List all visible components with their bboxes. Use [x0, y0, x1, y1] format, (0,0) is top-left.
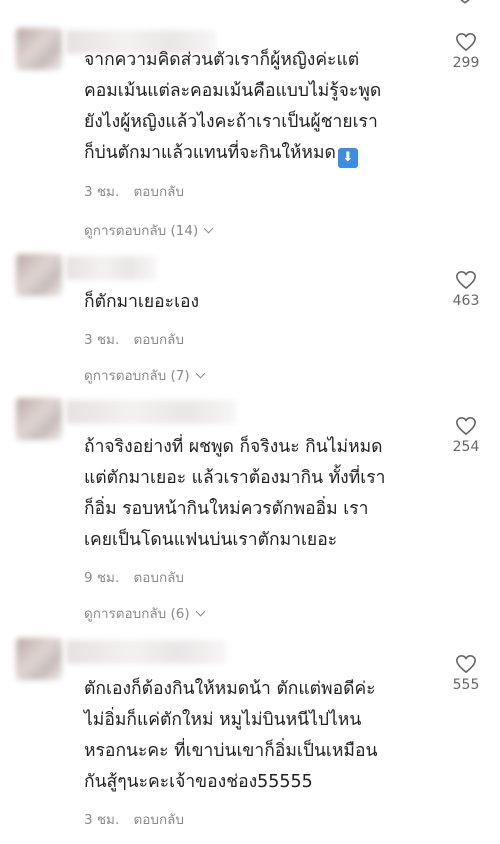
comment-meta: 3 ชม. ตอบกลับ: [84, 808, 184, 830]
comment-time: 3 ชม.: [84, 332, 120, 348]
view-replies-button[interactable]: ดูการตอบกลับ (6): [84, 602, 206, 624]
heart-outline-icon: [456, 33, 476, 51]
view-replies-label: ดูการตอบกลับ (6): [84, 606, 190, 622]
heart-outline-icon: [456, 271, 476, 289]
chevron-down-icon: [203, 223, 214, 234]
avatar[interactable]: [16, 254, 62, 296]
comment-meta: 9 ชม. ตอบกลับ: [84, 566, 184, 588]
heart-outline-icon: [456, 655, 476, 673]
view-replies-label: ดูการตอบกลับ (14): [84, 223, 199, 239]
comment-time: 9 ชม.: [84, 570, 120, 586]
comment-text: ตักเองก็ต้องกินให้หมดน้า ตักแต่พอดีค่ะ ไ…: [84, 679, 378, 792]
avatar[interactable]: [16, 398, 62, 440]
like-button[interactable]: 463: [446, 270, 486, 309]
reply-button[interactable]: ตอบกลับ: [134, 812, 184, 828]
avatar[interactable]: [16, 28, 62, 70]
reply-button[interactable]: ตอบกลับ: [134, 184, 184, 200]
comment-meta: 3 ชม. ตอบกลับ: [84, 180, 184, 202]
username-blurred[interactable]: [66, 640, 226, 664]
like-count: 254: [452, 439, 480, 455]
view-replies-button[interactable]: ดูการตอบกลับ (14): [84, 219, 214, 241]
comment-text: ถ้าจริงอย่างที่ ผชพูด ก็จริงนะ กินไม่หมด…: [84, 437, 386, 550]
heart-outline-icon: [456, 417, 476, 435]
comment-text: จากความคิดส่วนตัวเราก็ผู้หญิงค่ะแต่ คอมเ…: [84, 45, 429, 169]
comment-time: 3 ชม.: [84, 812, 120, 828]
like-count: 463: [452, 293, 480, 309]
like-button[interactable]: 254: [446, 416, 486, 455]
chevron-down-icon: [195, 368, 206, 379]
like-button[interactable]: 555: [446, 654, 486, 693]
previous-like-icon[interactable]: [454, 0, 476, 11]
comment-meta: 3 ชม. ตอบกลับ: [84, 328, 184, 350]
comment-text: ก็ตักมาเยอะเอง: [84, 292, 200, 312]
view-replies-label: ดูการตอบกลับ (7): [84, 368, 190, 384]
view-replies-button[interactable]: ดูการตอบกลับ (7): [84, 364, 206, 386]
reply-button[interactable]: ตอบกลับ: [134, 332, 184, 348]
username-blurred[interactable]: [66, 256, 156, 280]
reply-button[interactable]: ตอบกลับ: [134, 570, 184, 586]
like-count: 299: [452, 55, 480, 71]
like-button[interactable]: 299: [446, 32, 486, 71]
avatar[interactable]: [16, 638, 62, 680]
comment-time: 3 ชม.: [84, 184, 120, 200]
chevron-down-icon: [195, 606, 206, 617]
like-count: 555: [452, 677, 480, 693]
down-arrow-emoji: ⬇: [337, 148, 358, 168]
username-blurred[interactable]: [66, 400, 236, 424]
